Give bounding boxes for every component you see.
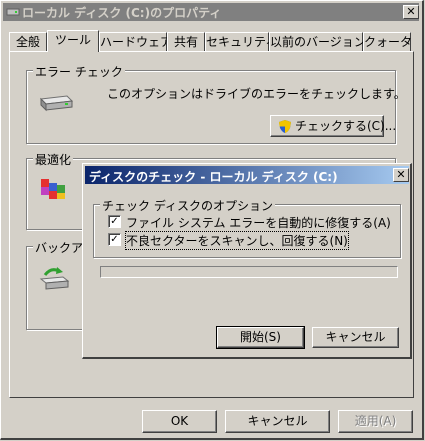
check-now-button[interactable]: チェックする(C)...: [270, 115, 396, 137]
defragment-icon: [41, 179, 65, 199]
dialog-cancel-button[interactable]: キャンセル: [312, 327, 399, 348]
window-title: ローカル ディスク (C:)のプロパティ: [22, 6, 222, 20]
tab-security[interactable]: セキュリティ: [205, 32, 277, 51]
tab-general[interactable]: 全般: [9, 32, 47, 51]
tab-tools[interactable]: ツール: [47, 30, 99, 52]
auto-fix-checkbox[interactable]: ✓: [108, 215, 121, 228]
tab-sharing[interactable]: 共有: [167, 32, 205, 51]
check-progress-bar: [100, 266, 398, 278]
apply-button[interactable]: 適用(A): [338, 410, 413, 433]
start-button[interactable]: 開始(S): [216, 326, 305, 349]
check-disk-dialog: ディスクのチェック - ローカル ディスク (C:) ✕ チェック ディスクのオ…: [82, 163, 412, 359]
error-check-group: エラー チェック このオプションはドライブのエラーをチェックします。 チェックす…: [26, 63, 406, 144]
check-options-legend: チェック ディスクのオプション: [100, 197, 275, 214]
check-options-group: チェック ディスクのオプション ✓ ファイル システム エラーを自動的に修復する…: [93, 197, 401, 258]
window-close-button[interactable]: ✕: [403, 5, 419, 19]
tab-quota[interactable]: クォータ: [363, 32, 412, 51]
ok-button[interactable]: OK: [142, 410, 217, 433]
backup-icon: [39, 267, 70, 290]
hard-drive-icon: [39, 95, 73, 112]
dialog-title: ディスクのチェック - ローカル ディスク (C:): [89, 170, 338, 184]
cancel-button[interactable]: キャンセル: [225, 410, 330, 433]
tab-previous-versions[interactable]: 以前のバージョン: [269, 32, 366, 51]
check-now-label: チェックする(C)...: [295, 119, 397, 133]
auto-fix-label[interactable]: ファイル システム エラーを自動的に修復する(A): [126, 214, 391, 231]
defrag-legend: 最適化: [33, 151, 74, 168]
window-titlebar[interactable]: ローカル ディスク (C:)のプロパティ ✕: [3, 3, 419, 21]
dialog-close-button[interactable]: ✕: [393, 168, 409, 182]
error-check-legend: エラー チェック: [33, 63, 125, 80]
drive-icon: [6, 8, 20, 16]
dialog-titlebar[interactable]: ディスクのチェック - ローカル ディスク (C:) ✕: [85, 166, 409, 184]
scan-bad-sectors-checkbox[interactable]: ✓: [108, 233, 121, 246]
scan-bad-sectors-label[interactable]: 不良セクターをスキャンし、回復する(N): [125, 231, 349, 250]
uac-shield-icon: [279, 120, 291, 133]
error-check-description: このオプションはドライブのエラーをチェックします。: [107, 87, 406, 101]
tab-hardware[interactable]: ハードウェア: [99, 32, 172, 51]
